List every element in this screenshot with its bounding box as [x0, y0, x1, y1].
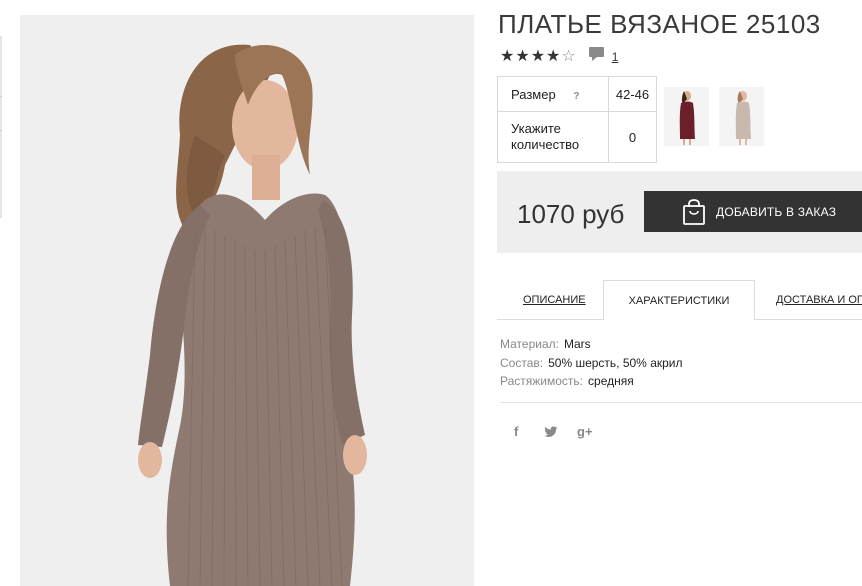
quantity-input[interactable]: 0 — [608, 111, 657, 163]
googleplus-icon[interactable]: g+ — [577, 424, 593, 439]
size-help-icon[interactable]: ? — [573, 91, 579, 102]
buy-bar: 1070 руб ДОБАВИТЬ В ЗАКАЗ — [497, 171, 862, 253]
comment-icon[interactable] — [588, 47, 604, 66]
product-options-table: Размер ? 42-46 Укажите количество 0 — [497, 76, 657, 163]
tab-description[interactable]: ОПИСАНИЕ — [523, 280, 586, 319]
star-filled-icon[interactable]: ★ — [546, 48, 560, 65]
color-thumb-burgundy[interactable] — [664, 87, 709, 146]
size-label: Размер — [511, 86, 556, 102]
facebook-icon[interactable]: f — [514, 424, 518, 439]
quantity-label-line1: Укажите — [511, 121, 561, 136]
product-rating: ★ ★ ★ ★ ☆ 1 — [500, 47, 618, 66]
spec-label: Растяжимость: — [500, 374, 584, 388]
tab-delivery[interactable]: ДОСТАВКА И ОПЛАТА — [776, 280, 862, 319]
spec-row: Растяжимость: средняя — [500, 372, 683, 391]
product-title: ПЛАТЬЕ ВЯЗАНОЕ 25103 — [498, 9, 821, 39]
spec-label: Материал: — [500, 337, 559, 351]
spec-value: 50% шерсть, 50% акрил — [548, 355, 683, 370]
color-thumb-beige[interactable] — [719, 87, 764, 146]
spec-value: средняя — [588, 374, 634, 388]
product-tabs: ОПИСАНИЕ ХАРАКТЕРИСТИКИ ДОСТАВКА И ОПЛАТ… — [497, 280, 862, 320]
tab-characteristics-label: ХАРАКТЕРИСТИКИ — [628, 295, 730, 307]
tab-characteristics[interactable]: ХАРАКТЕРИСТИКИ — [603, 280, 755, 320]
quantity-label-cell: Укажите количество — [497, 111, 609, 163]
review-count-link[interactable]: 1 — [612, 50, 619, 64]
star-empty-icon[interactable]: ☆ — [561, 48, 575, 65]
shopping-bag-icon — [682, 198, 706, 225]
tab-description-label: ОПИСАНИЕ — [523, 294, 586, 306]
left-edge-strip — [0, 36, 2, 218]
star-filled-icon[interactable]: ★ — [531, 48, 545, 65]
tab-delivery-label: ДОСТАВКА И ОПЛАТА — [776, 294, 862, 306]
star-filled-icon[interactable]: ★ — [515, 48, 529, 65]
spec-row: Состав: 50% шерсть, 50% акрил — [500, 354, 683, 373]
left-edge-tick — [0, 96, 2, 97]
add-to-cart-button[interactable]: ДОБАВИТЬ В ЗАКАЗ — [644, 191, 862, 232]
product-photo-illustration — [20, 15, 474, 586]
product-main-photo[interactable] — [20, 15, 474, 586]
spec-value: Mars — [563, 337, 591, 351]
twitter-icon[interactable] — [544, 426, 558, 441]
star-filled-icon[interactable]: ★ — [500, 48, 514, 65]
section-divider — [500, 402, 862, 403]
add-to-cart-label: ДОБАВИТЬ В ЗАКАЗ — [716, 204, 837, 219]
product-specs: Материал: Mars Состав: 50% шерсть, 50% акр… — [500, 335, 683, 391]
spec-row: Материал: Mars — [500, 335, 683, 354]
left-edge-tick — [0, 130, 2, 131]
quantity-label-line2: количество — [511, 137, 580, 152]
product-price: 1070 руб — [517, 199, 625, 229]
size-value[interactable]: 42-46 — [608, 76, 657, 112]
size-label-cell: Размер ? — [497, 76, 609, 112]
spec-label: Состав: — [500, 355, 544, 370]
